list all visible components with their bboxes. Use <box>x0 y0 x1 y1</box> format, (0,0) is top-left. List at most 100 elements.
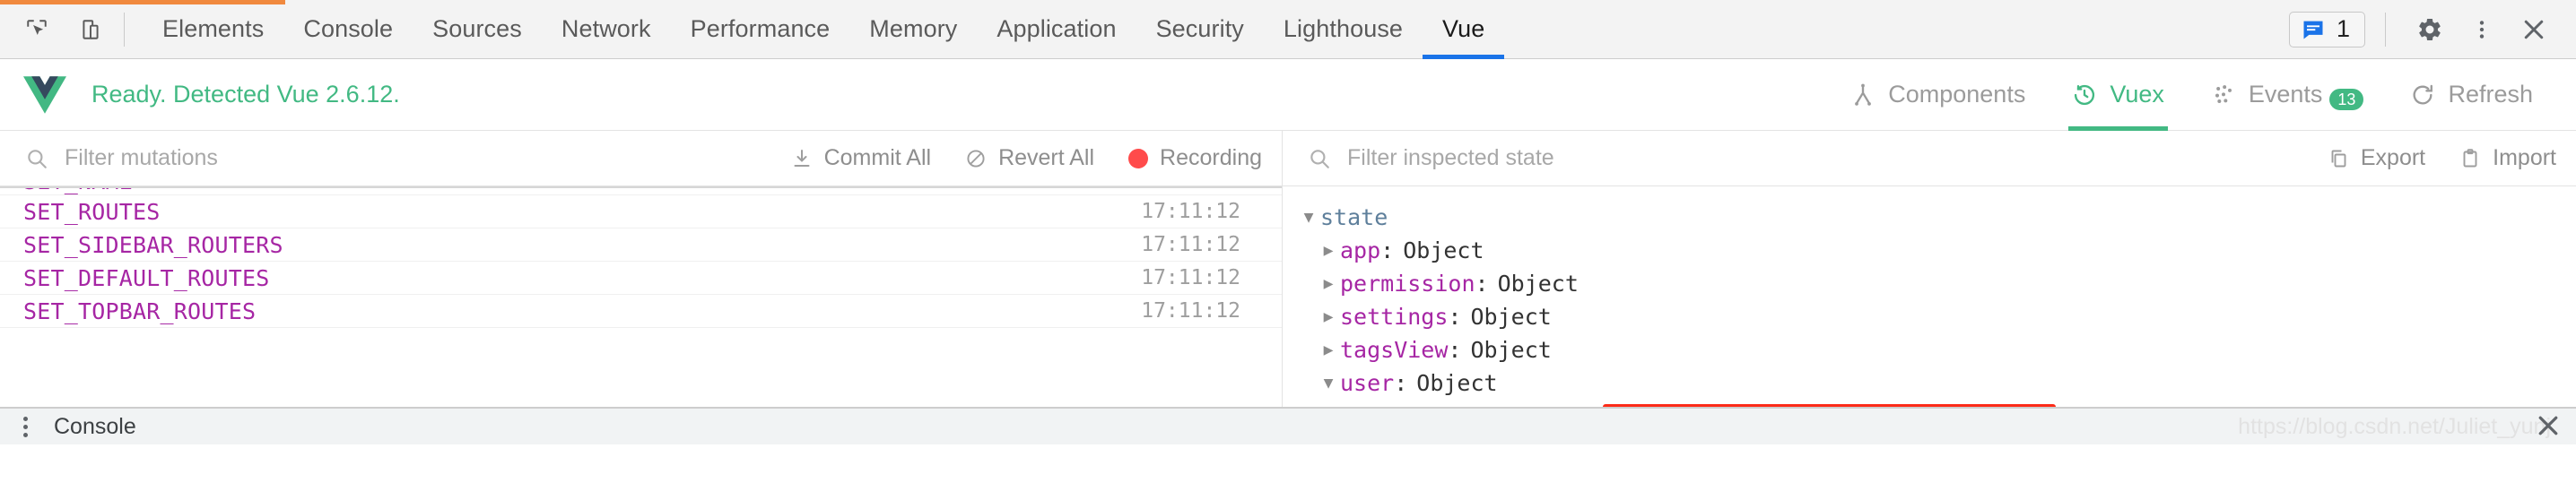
vue-tab-events[interactable]: Events 13 <box>2188 59 2388 131</box>
state-entry-settings[interactable]: ▶ settings: Object <box>1297 300 2576 333</box>
state-entry-type: Object <box>1403 237 1484 263</box>
devtools-toolbar: Elements Console Sources Network Perform… <box>0 0 2576 59</box>
colon: : <box>1475 271 1489 297</box>
mutation-name: SET_ROUTES <box>23 198 161 225</box>
colon: : <box>1448 304 1462 330</box>
events-count-badge: 13 <box>2329 88 2364 110</box>
events-icon <box>2211 82 2236 108</box>
state-entry-type: Object <box>1416 370 1498 396</box>
components-icon <box>1850 82 1875 108</box>
issues-message-icon <box>2301 17 2326 42</box>
tab-lighthouse[interactable]: Lighthouse <box>1264 0 1423 59</box>
search-icon <box>25 147 48 170</box>
import-label: Import <box>2493 145 2556 170</box>
mutation-row[interactable]: SET_NAME 17:11:12 <box>0 186 1282 195</box>
state-entry-app[interactable]: ▶ app: Object <box>1297 234 2576 267</box>
vue-tab-refresh[interactable]: Refresh <box>2387 59 2556 131</box>
device-toolbar-icon[interactable] <box>74 13 108 47</box>
mutation-timestamp: 17:11:12 <box>1141 233 1240 256</box>
state-entry-key: app <box>1340 237 1381 263</box>
mutation-timestamp: 17:11:12 <box>1141 299 1240 323</box>
state-entry-key: permission <box>1340 271 1475 297</box>
caret-right-icon[interactable]: ▶ <box>1317 341 1340 359</box>
tab-application[interactable]: Application <box>977 0 1136 59</box>
tab-lighthouse-label: Lighthouse <box>1283 15 1404 42</box>
mutation-name: SET_TOPBAR_ROUTES <box>23 297 257 324</box>
tab-vue[interactable]: Vue <box>1423 0 1505 59</box>
tab-application-label: Application <box>996 15 1117 42</box>
mutation-row[interactable]: SET_ROUTES 17:11:12 <box>0 195 1282 228</box>
record-dot-icon <box>1128 148 1149 168</box>
issues-count-label: 1 <box>2336 15 2350 42</box>
tab-network-label: Network <box>561 15 651 42</box>
copy-icon <box>2328 148 2349 169</box>
caret-right-icon[interactable]: ▶ <box>1317 241 1340 260</box>
import-button[interactable]: Import <box>2459 145 2556 171</box>
drawer-tab-console[interactable]: Console <box>54 414 136 440</box>
caret-down-icon[interactable]: ▼ <box>1297 208 1320 227</box>
console-drawer: Console https://blog.csdn.net/Juliet_yun… <box>0 407 2576 444</box>
mutation-row[interactable]: SET_DEFAULT_ROUTES 17:11:12 <box>0 262 1282 295</box>
settings-gear-icon[interactable] <box>2406 5 2454 54</box>
state-entry-key: tagsView <box>1340 337 1449 363</box>
state-entry-type: Object <box>1497 271 1579 297</box>
vue-tab-components[interactable]: Components <box>1827 59 2049 131</box>
tab-network[interactable]: Network <box>542 0 671 59</box>
tab-vue-label: Vue <box>1442 15 1485 42</box>
tab-security[interactable]: Security <box>1136 0 1264 59</box>
commit-all-button[interactable]: Commit All <box>791 145 931 171</box>
mutations-actions: Commit All Revert All Recording <box>791 145 1262 171</box>
mutation-list[interactable]: SET_NAME 17:11:12 SET_ROUTES 17:11:12 SE… <box>0 186 1282 407</box>
search-icon <box>1308 147 1331 170</box>
colon: : <box>1394 370 1408 396</box>
revert-all-button[interactable]: Revert All <box>965 145 1094 171</box>
export-button[interactable]: Export <box>2328 145 2425 171</box>
close-devtools-icon[interactable] <box>2510 5 2558 54</box>
state-filter-input[interactable] <box>1347 145 2310 171</box>
state-entry-permission[interactable]: ▶ permission: Object <box>1297 267 2576 300</box>
vue-nav-tabs: Components Vuex Events 13 Refresh <box>1827 59 2556 131</box>
devtools-right-controls: 1 <box>2288 5 2576 54</box>
state-entry-avatar[interactable]: avatar: "https://thirdwx.qlogo.cn/mmopen… <box>1297 400 2576 407</box>
mutation-row[interactable]: SET_TOPBAR_ROUTES 17:11:12 <box>0 295 1282 328</box>
clipboard-icon <box>2459 148 2481 169</box>
state-entry-key: user <box>1340 370 1395 396</box>
tab-elements-label: Elements <box>162 15 265 42</box>
mutations-filter-bar: Commit All Revert All Recording <box>0 131 1282 186</box>
colon: : <box>1448 337 1462 363</box>
state-entry-tagsview[interactable]: ▶ tagsView: Object <box>1297 333 2576 366</box>
mutation-name: SET_DEFAULT_ROUTES <box>23 264 270 291</box>
recording-toggle[interactable]: Recording <box>1128 145 1262 171</box>
caret-right-icon[interactable]: ▶ <box>1317 307 1340 326</box>
vue-tab-components-label: Components <box>1888 81 2026 108</box>
inspect-element-icon[interactable] <box>20 13 54 47</box>
vue-tab-vuex[interactable]: Vuex <box>2049 59 2188 131</box>
refresh-icon <box>2410 82 2435 108</box>
caret-right-icon[interactable]: ▶ <box>1317 274 1340 293</box>
state-root-row[interactable]: ▼ state <box>1297 201 2576 234</box>
issues-counter-button[interactable]: 1 <box>2288 11 2365 47</box>
state-tree[interactable]: ▼ state ▶ app: Object ▶ permission: Obje… <box>1283 186 2576 407</box>
vuex-history-icon <box>2072 82 2097 108</box>
colon: : <box>1380 237 1395 263</box>
tab-sources-label: Sources <box>432 15 522 42</box>
close-drawer-icon[interactable] <box>2533 412 2563 439</box>
tab-performance[interactable]: Performance <box>671 0 850 59</box>
revert-all-label: Revert All <box>998 145 1095 170</box>
more-options-kebab-icon[interactable] <box>2458 5 2506 54</box>
mutation-row[interactable]: SET_SIDEBAR_ROUTERS 17:11:12 <box>0 228 1282 262</box>
drawer-kebab-icon[interactable] <box>13 416 38 437</box>
state-entry-user[interactable]: ▼ user: Object <box>1297 366 2576 400</box>
tab-console[interactable]: Console <box>283 0 413 59</box>
tab-security-label: Security <box>1155 15 1244 42</box>
devtools-panel-tabs: Elements Console Sources Network Perform… <box>143 0 1505 59</box>
caret-down-icon[interactable]: ▼ <box>1317 374 1340 392</box>
mutations-filter-input[interactable] <box>65 145 773 171</box>
vuex-panes: Commit All Revert All Recording <box>0 131 2576 407</box>
tab-sources[interactable]: Sources <box>413 0 542 59</box>
mutation-timestamp: 17:11:12 <box>1141 188 1262 192</box>
tab-memory[interactable]: Memory <box>849 0 977 59</box>
recording-label: Recording <box>1160 145 1262 170</box>
tab-elements[interactable]: Elements <box>143 0 283 59</box>
download-icon <box>791 148 813 169</box>
